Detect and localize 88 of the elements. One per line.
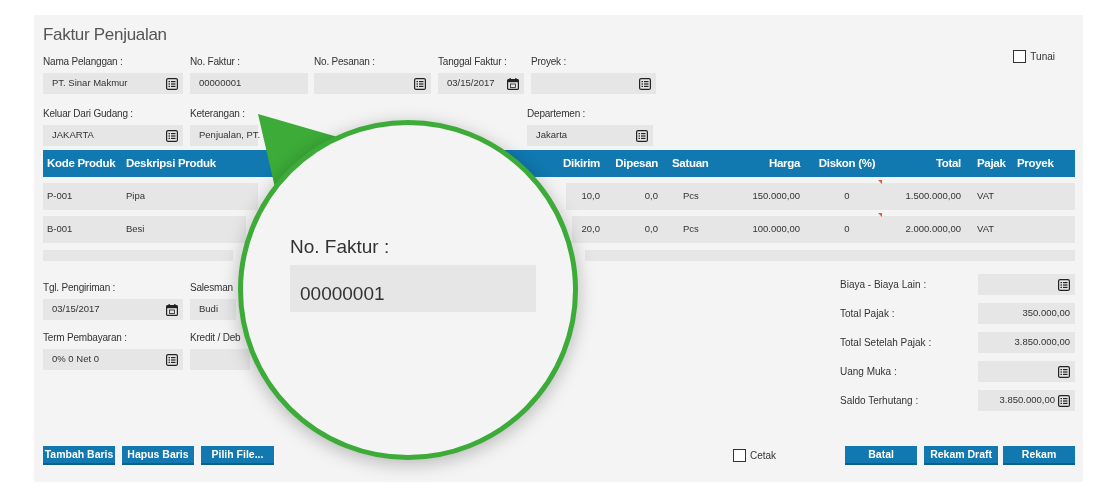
- field-label: No. Pesanan :: [314, 56, 376, 68]
- field-label: No. Faktur :: [290, 235, 390, 259]
- field-label: Term Pembayaran :: [43, 332, 128, 344]
- input-field[interactable]: PT. Sinar Makmur: [43, 73, 183, 94]
- field-label: Keterangan :: [190, 108, 246, 120]
- table-cell-text: 0,0: [643, 189, 658, 204]
- table-cell-text: Pcs: [682, 222, 700, 237]
- table-cell-text: P-001: [47, 189, 74, 204]
- input-field: 00000001: [290, 265, 536, 312]
- table-cell: 0: [816, 222, 878, 237]
- table-cell-text: 0,0: [643, 222, 658, 237]
- input-field[interactable]: JAKARTA: [43, 125, 183, 146]
- column-header: Kode Produk: [47, 155, 117, 171]
- list-icon[interactable]: [639, 77, 651, 90]
- input-field[interactable]: 3.850.000,00: [978, 332, 1075, 353]
- table-cell: 0: [816, 189, 878, 204]
- field-label: Uang Muka :: [840, 365, 898, 379]
- table-cell-text: 10,0: [580, 189, 600, 204]
- column-header: Diskon (%): [817, 155, 877, 171]
- list-icon[interactable]: [414, 77, 426, 90]
- list-icon[interactable]: [166, 129, 178, 142]
- column-header: Proyek: [1017, 155, 1055, 171]
- table-cell-text: 100.000,00: [751, 222, 800, 237]
- page-title: Faktur Penjualan: [43, 24, 168, 46]
- table-row[interactable]: 20,0 0,0 Pcs 100.000,00 0 2.000.000,00 VAT: [572, 216, 1075, 243]
- action-button[interactable]: Hapus Baris: [122, 446, 194, 465]
- action-button[interactable]: Pilih File...: [201, 446, 274, 465]
- column-header: Dipesan: [614, 155, 658, 171]
- input-field[interactable]: 0% 0 Net 0: [43, 349, 183, 370]
- table-cell-text: 2.000.000,00: [904, 222, 961, 237]
- column-header: Total: [934, 155, 961, 171]
- list-icon[interactable]: [1058, 365, 1070, 378]
- input-field[interactable]: [531, 73, 656, 94]
- field-label: Keluar Dari Gudang :: [43, 108, 134, 120]
- column-header: Pajak: [977, 155, 1007, 171]
- table-row[interactable]: 10,0 0,0 Pcs 150.000,00 0 1.500.000,00 VAT: [566, 183, 1075, 210]
- action-button[interactable]: Rekam: [1003, 446, 1076, 465]
- input-field[interactable]: 3.850.000,00: [978, 390, 1075, 411]
- table-cell-text: Pcs: [682, 189, 700, 204]
- field-label: Departemen :: [527, 108, 587, 120]
- action-button[interactable]: Rekam Draft: [924, 446, 999, 465]
- field-label: Saldo Terhutang :: [840, 394, 920, 408]
- list-icon[interactable]: [166, 77, 178, 90]
- field-label: Tgl. Pengiriman :: [43, 282, 117, 294]
- field-label: Total Pajak :: [840, 307, 896, 321]
- calendar-icon[interactable]: [507, 77, 519, 90]
- tunai-checkbox[interactable]: Tunai: [1013, 49, 1055, 64]
- input-field[interactable]: Penjualan, PT.: [190, 125, 258, 146]
- table-cell-text: 20,0: [580, 222, 600, 237]
- input-field[interactable]: Jakarta: [527, 125, 653, 146]
- action-button[interactable]: Tambah Baris: [43, 446, 115, 465]
- field-label: Total Setelah Pajak :: [840, 336, 933, 350]
- action-button[interactable]: Batal: [845, 446, 918, 465]
- input-field[interactable]: 03/15/2017: [438, 73, 524, 94]
- input-field[interactable]: 350.000,00: [978, 303, 1075, 324]
- calendar-icon[interactable]: [166, 303, 178, 316]
- input-field[interactable]: [978, 361, 1075, 382]
- field-label: Biaya - Biaya Lain :: [840, 278, 928, 292]
- table-cell-text: VAT: [977, 222, 996, 237]
- list-icon[interactable]: [1058, 278, 1070, 291]
- input-field[interactable]: 00000001: [190, 73, 308, 94]
- list-icon[interactable]: [1058, 394, 1070, 407]
- field-label: Proyek :: [531, 56, 568, 68]
- column-header: Deskripsi Produk: [126, 155, 217, 171]
- table-cell-text: B-001: [47, 222, 74, 237]
- column-header: Dikirim: [562, 155, 600, 171]
- input-field[interactable]: 03/15/2017: [43, 299, 183, 320]
- column-header: Satuan: [672, 155, 710, 171]
- table-cell-text: Pipa: [126, 189, 146, 204]
- table-cell-text: 150.000,00: [751, 189, 800, 204]
- table-cell-text: VAT: [977, 189, 996, 204]
- input-field[interactable]: [190, 349, 250, 370]
- input-field[interactable]: [978, 274, 1075, 295]
- input-field[interactable]: [314, 73, 431, 94]
- table-cell-text: 1.500.000,00: [904, 189, 961, 204]
- table-cell-text: Besi: [126, 222, 146, 237]
- field-label: Nama Pelanggan :: [43, 56, 124, 68]
- field-label: Kredit / Deb: [190, 332, 242, 344]
- input-field[interactable]: Budi: [190, 299, 236, 320]
- list-icon[interactable]: [166, 353, 178, 366]
- table-row[interactable]: B-001 Besi: [43, 216, 246, 243]
- list-icon[interactable]: [636, 129, 648, 142]
- field-label: Salesman: [190, 282, 234, 294]
- cetak-checkbox[interactable]: Cetak: [732, 448, 777, 463]
- column-header: Harga: [767, 155, 800, 171]
- table-row[interactable]: P-001 Pipa: [43, 183, 258, 210]
- field-label: No. Faktur :: [190, 56, 241, 68]
- field-label: Tanggal Faktur :: [438, 56, 508, 68]
